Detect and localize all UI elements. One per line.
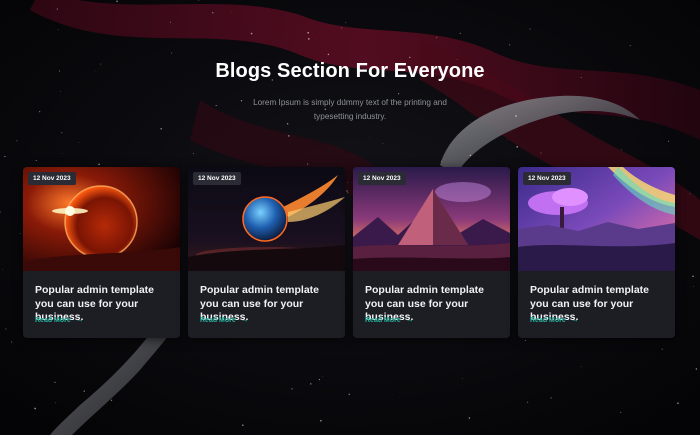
read-more-link[interactable]: Read More →: [200, 316, 249, 324]
blog-card[interactable]: 12 Nov 2023 Popular admin template you c…: [518, 167, 675, 338]
blog-card[interactable]: 12 Nov 2023 Popular admin template you c…: [353, 167, 510, 338]
arrow-right-icon: →: [570, 315, 579, 324]
date-badge: 12 Nov 2023: [523, 172, 571, 185]
read-more-label: Read More: [365, 316, 401, 324]
read-more-label: Read More: [530, 316, 566, 324]
blog-section: Blogs Section For Everyone Lorem Ipsum i…: [0, 0, 700, 435]
read-more-label: Read More: [35, 316, 71, 324]
blog-card[interactable]: 12 Nov 2023 Popular admin template you c…: [23, 167, 180, 338]
arrow-right-icon: →: [75, 315, 84, 324]
arrow-right-icon: →: [405, 315, 414, 324]
read-more-link[interactable]: Read More →: [365, 316, 414, 324]
section-title: Blogs Section For Everyone: [215, 60, 485, 82]
date-badge: 12 Nov 2023: [193, 172, 241, 185]
blog-card[interactable]: 12 Nov 2023 Popular admin template you c…: [188, 167, 345, 338]
read-more-link[interactable]: Read More →: [530, 316, 579, 324]
read-more-link[interactable]: Read More →: [35, 316, 84, 324]
date-badge: 12 Nov 2023: [358, 172, 406, 185]
date-badge: 12 Nov 2023: [28, 172, 76, 185]
section-subtitle: Lorem Ipsum is simply dummy text of the …: [253, 98, 447, 121]
read-more-label: Read More: [200, 316, 236, 324]
arrow-right-icon: →: [240, 315, 249, 324]
